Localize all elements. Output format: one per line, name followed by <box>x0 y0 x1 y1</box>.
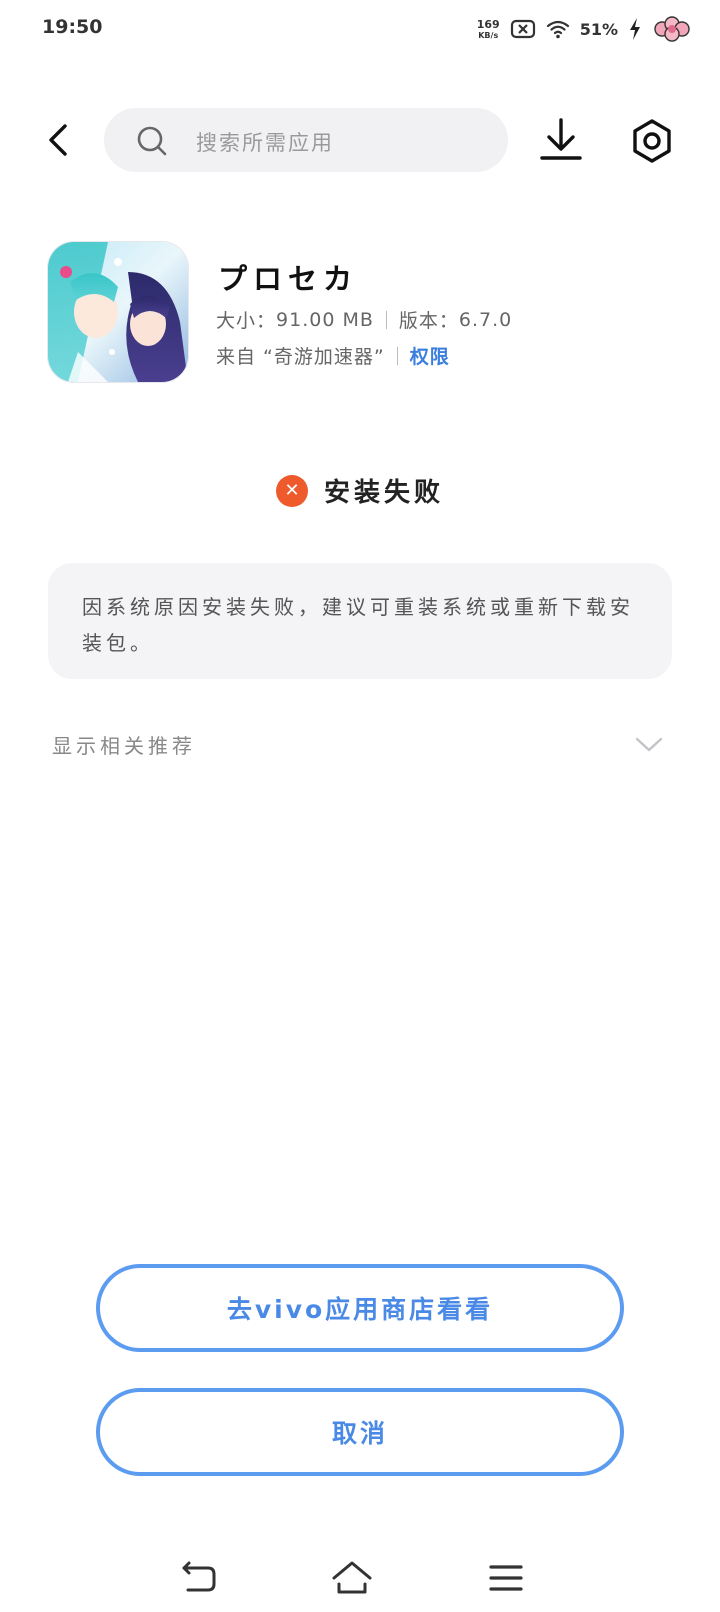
search-icon <box>137 126 167 156</box>
error-message: 因系统原因安装失败，建议可重装系统或重新下载安装包。 <box>82 595 634 655</box>
error-x-icon: ✕ <box>275 474 308 507</box>
app-icon <box>48 242 188 382</box>
version-value: 6.7.0 <box>458 308 513 331</box>
cancel-button[interactable]: 取消 <box>96 1388 624 1476</box>
back-button[interactable] <box>36 113 80 167</box>
app-source: 来自 “奇游加速器” <box>216 346 385 368</box>
home-nav-icon <box>332 1561 372 1594</box>
version-label: 版本： <box>398 310 459 332</box>
battery-percent: 51% <box>579 19 618 39</box>
nav-back-button[interactable] <box>176 1558 220 1598</box>
source-divider <box>396 346 398 365</box>
search-placeholder: 搜索所需应用 <box>196 131 334 155</box>
install-status-text: 安装失败 <box>323 478 444 508</box>
install-status: ✕ 安装失败 <box>0 472 720 509</box>
settings-hexagon-icon <box>633 119 671 163</box>
permissions-link[interactable]: 权限 <box>410 342 450 369</box>
back-arrow-icon <box>49 124 67 156</box>
size-label: 大小： <box>216 310 277 332</box>
network-speed-value: 169 <box>476 17 500 31</box>
app-source-row: 来自 “奇游加速器” 权限 <box>216 342 450 369</box>
size-value: 91.00 MB <box>276 308 374 331</box>
open-vivo-store-button[interactable]: 去vivo应用商店看看 <box>96 1264 624 1352</box>
back-nav-icon <box>182 1561 216 1592</box>
sim-x-icon <box>510 19 535 39</box>
charging-bolt-icon <box>630 18 640 40</box>
nav-menu-button[interactable] <box>484 1558 528 1598</box>
system-nav-bar <box>0 1550 720 1612</box>
download-icon <box>540 118 582 160</box>
app-artwork <box>48 242 188 382</box>
search-input[interactable]: 搜索所需应用 <box>104 108 508 172</box>
status-bar: 19:50 169 KB/s 51% <box>0 0 720 56</box>
app-name: プロセカ <box>218 262 359 296</box>
status-icons: 169 KB/s 51% <box>477 14 692 44</box>
status-time: 19:50 <box>42 16 103 38</box>
chevron-down-icon <box>635 737 663 752</box>
network-speed-unit: KB/s <box>478 30 499 40</box>
open-vivo-store-label: 去vivo应用商店看看 <box>226 1295 494 1324</box>
settings-button[interactable] <box>628 116 676 166</box>
menu-nav-icon <box>489 1565 523 1591</box>
download-button[interactable] <box>538 116 584 164</box>
app-meta: 大小： 91.00 MB 版本： 6.7.0 <box>216 306 512 333</box>
cancel-label: 取消 <box>331 1419 388 1448</box>
flower-sticker-icon <box>654 16 690 42</box>
recommendations-label: 显示相关推荐 <box>52 734 196 758</box>
meta-divider <box>385 310 387 329</box>
network-speed: 169 KB/s <box>477 19 500 40</box>
error-message-box: 因系统原因安装失败，建议可重装系统或重新下载安装包。 <box>48 563 672 679</box>
wifi-icon <box>546 20 569 39</box>
nav-home-button[interactable] <box>330 1558 374 1598</box>
show-recommendations-toggle[interactable]: 显示相关推荐 <box>48 722 672 766</box>
